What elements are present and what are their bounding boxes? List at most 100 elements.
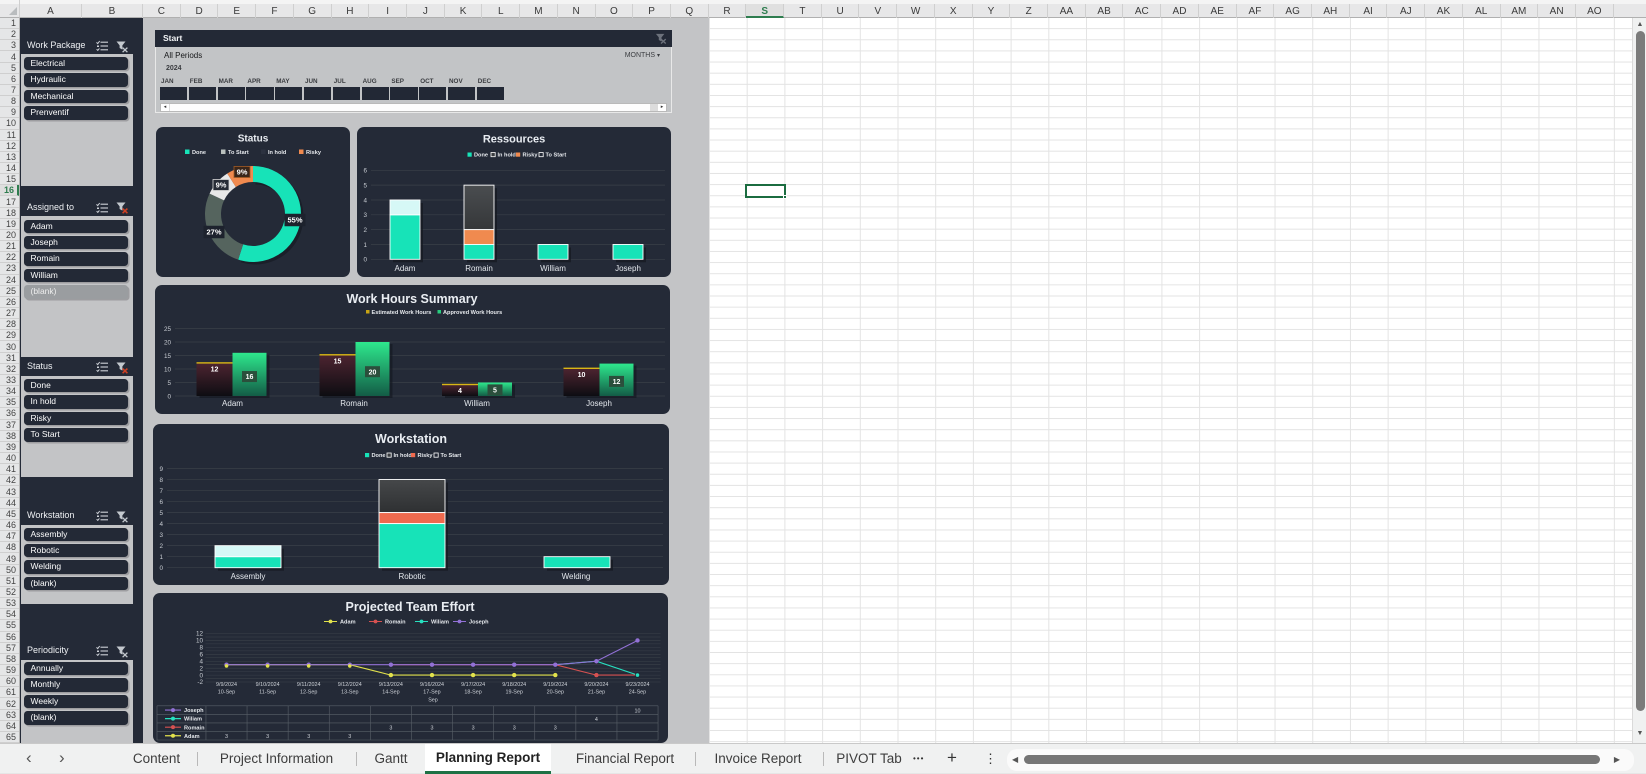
svg-text:5: 5 xyxy=(363,182,367,189)
svg-text:3: 3 xyxy=(512,725,515,731)
svg-text:4: 4 xyxy=(594,716,597,722)
svg-text:3: 3 xyxy=(471,725,474,731)
svg-text:William: William xyxy=(540,264,566,273)
svg-text:Status: Status xyxy=(238,134,269,145)
svg-text:14-Sep: 14-Sep xyxy=(382,689,399,695)
svg-text:Joseph: Joseph xyxy=(184,708,204,714)
svg-text:24-Sep: 24-Sep xyxy=(628,689,645,695)
svg-text:Wiliam: Wiliam xyxy=(431,619,449,625)
svg-text:3: 3 xyxy=(363,212,367,219)
svg-text:2: 2 xyxy=(199,665,203,672)
svg-text:9%: 9% xyxy=(216,181,227,190)
svg-text:3: 3 xyxy=(159,532,163,539)
svg-text:Workstation: Workstation xyxy=(375,432,447,446)
svg-text:9/9/2024: 9/9/2024 xyxy=(216,681,237,687)
svg-text:16: 16 xyxy=(245,374,253,381)
svg-text:0: 0 xyxy=(363,257,367,264)
svg-text:15: 15 xyxy=(163,353,171,360)
svg-text:8: 8 xyxy=(159,477,163,484)
svg-text:In hold: In hold xyxy=(394,453,413,459)
svg-text:Projected Team Effort: Projected Team Effort xyxy=(345,600,475,614)
svg-text:0: 0 xyxy=(159,565,163,572)
svg-text:Ressources: Ressources xyxy=(483,134,545,146)
svg-text:0: 0 xyxy=(167,393,171,400)
svg-text:12: 12 xyxy=(195,630,203,637)
svg-text:Wiliam: Wiliam xyxy=(184,716,202,722)
svg-text:2: 2 xyxy=(363,227,367,234)
svg-text:9/17/2024: 9/17/2024 xyxy=(461,681,485,687)
svg-text:9/19/2024: 9/19/2024 xyxy=(543,681,567,687)
svg-text:Joseph: Joseph xyxy=(469,619,489,625)
svg-text:5: 5 xyxy=(167,380,171,387)
svg-text:19-Sep: 19-Sep xyxy=(505,689,522,695)
svg-text:10: 10 xyxy=(634,708,640,714)
svg-text:In hold: In hold xyxy=(268,150,287,156)
svg-text:27%: 27% xyxy=(206,228,221,237)
svg-text:Romain: Romain xyxy=(465,264,493,273)
svg-text:9/13/2024: 9/13/2024 xyxy=(378,681,402,687)
svg-text:Approved Work Hours: Approved Work Hours xyxy=(443,310,502,316)
svg-text:To Start: To Start xyxy=(228,150,249,156)
svg-text:20-Sep: 20-Sep xyxy=(546,689,563,695)
svg-text:Done: Done xyxy=(474,153,488,159)
svg-text:Risky: Risky xyxy=(418,453,434,459)
svg-text:Adam: Adam xyxy=(340,619,356,625)
svg-text:17-Sep: 17-Sep xyxy=(423,689,440,695)
svg-text:13-Sep: 13-Sep xyxy=(341,689,358,695)
svg-text:9/16/2024: 9/16/2024 xyxy=(420,681,444,687)
svg-text:Done: Done xyxy=(192,150,206,156)
svg-text:5: 5 xyxy=(159,510,163,517)
svg-text:In hold: In hold xyxy=(498,153,517,159)
svg-text:8: 8 xyxy=(199,644,203,651)
svg-text:20: 20 xyxy=(368,369,376,376)
svg-text:4: 4 xyxy=(363,197,367,204)
svg-text:4: 4 xyxy=(159,521,163,528)
svg-text:7: 7 xyxy=(159,488,163,495)
svg-text:20: 20 xyxy=(163,339,171,346)
svg-text:Joseph: Joseph xyxy=(586,399,612,408)
svg-text:-2: -2 xyxy=(197,679,203,686)
svg-text:Adam: Adam xyxy=(395,264,416,273)
svg-text:21-Sep: 21-Sep xyxy=(587,689,604,695)
svg-text:9%: 9% xyxy=(237,168,248,177)
svg-text:Romain: Romain xyxy=(340,399,368,408)
svg-text:6: 6 xyxy=(199,651,203,658)
svg-text:Estimated Work Hours: Estimated Work Hours xyxy=(371,310,431,316)
svg-text:2: 2 xyxy=(159,543,163,550)
svg-text:18-Sep: 18-Sep xyxy=(464,689,481,695)
svg-text:3: 3 xyxy=(266,733,269,739)
svg-text:4: 4 xyxy=(458,388,462,395)
svg-text:10: 10 xyxy=(195,637,203,644)
svg-text:15: 15 xyxy=(333,359,341,366)
svg-text:Risky: Risky xyxy=(306,150,322,156)
svg-text:0: 0 xyxy=(199,672,203,679)
svg-text:3: 3 xyxy=(389,725,392,731)
svg-text:Done: Done xyxy=(372,453,386,459)
svg-text:Welding: Welding xyxy=(562,572,591,581)
svg-text:6: 6 xyxy=(363,168,367,175)
svg-text:4: 4 xyxy=(199,658,203,665)
svg-text:9/23/2024: 9/23/2024 xyxy=(625,681,649,687)
svg-text:Adam: Adam xyxy=(222,399,243,408)
svg-text:10: 10 xyxy=(577,372,585,379)
svg-text:To Start: To Start xyxy=(441,453,462,459)
svg-text:9/18/2024: 9/18/2024 xyxy=(502,681,526,687)
svg-text:11-Sep: 11-Sep xyxy=(259,689,276,695)
svg-text:10: 10 xyxy=(163,366,171,373)
svg-text:Sep: Sep xyxy=(428,697,438,703)
svg-text:Romain: Romain xyxy=(385,619,406,625)
svg-text:5: 5 xyxy=(493,388,497,395)
svg-text:9: 9 xyxy=(159,466,163,473)
svg-text:Joseph: Joseph xyxy=(615,264,641,273)
svg-text:12-Sep: 12-Sep xyxy=(300,689,317,695)
svg-text:William: William xyxy=(464,399,490,408)
svg-text:3: 3 xyxy=(225,733,228,739)
svg-text:To Start: To Start xyxy=(546,153,567,159)
svg-text:9/10/2024: 9/10/2024 xyxy=(255,681,279,687)
svg-text:9/11/2024: 9/11/2024 xyxy=(296,681,320,687)
svg-text:25: 25 xyxy=(163,326,171,333)
svg-text:Romain: Romain xyxy=(184,725,205,731)
svg-text:10-Sep: 10-Sep xyxy=(217,689,234,695)
svg-text:3: 3 xyxy=(430,725,433,731)
svg-text:Adam: Adam xyxy=(184,733,200,739)
